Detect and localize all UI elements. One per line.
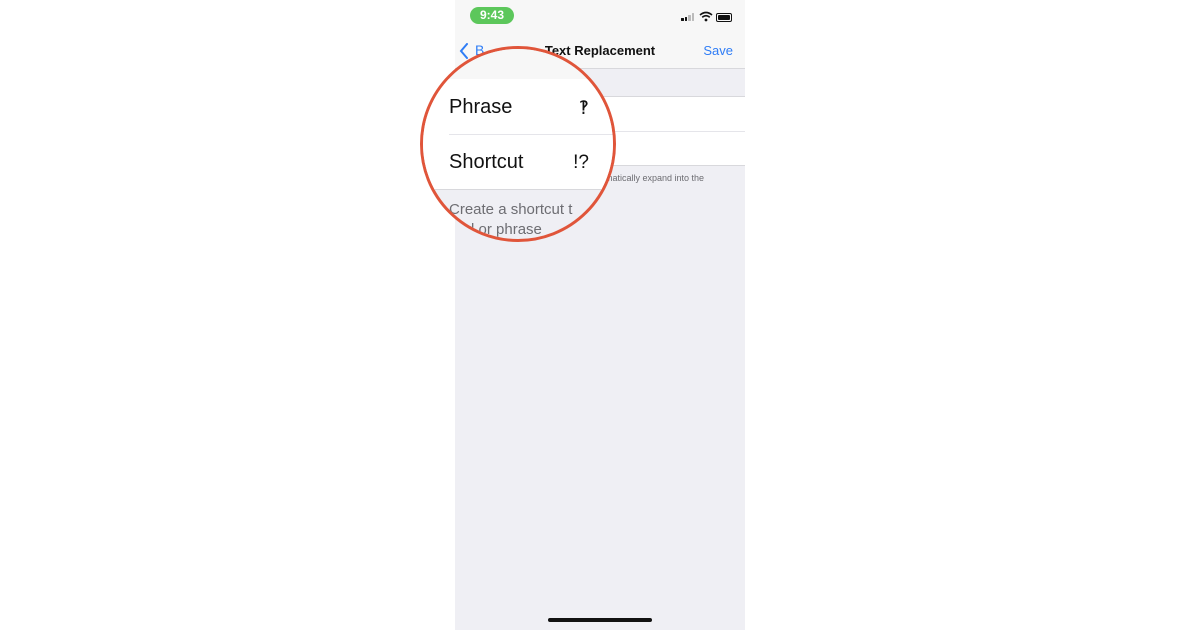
phrase-value[interactable]: ‽ xyxy=(579,97,589,120)
wifi-icon xyxy=(699,11,713,22)
magnified-nav-bar xyxy=(423,49,613,80)
status-bar: 9:43 xyxy=(455,0,745,32)
magnified-form-group: Phrase ‽ Shortcut !? xyxy=(423,79,613,190)
home-indicator[interactable] xyxy=(548,618,652,622)
shortcut-label: Shortcut xyxy=(449,151,524,173)
battery-icon xyxy=(716,13,732,22)
footer-help-fragment: omatically expand into the xyxy=(600,173,705,183)
magnified-footer-line-2: rd or phrase xyxy=(461,221,542,238)
magnified-footer-line-1: Create a shortcut t xyxy=(449,201,573,218)
magnifier-callout: Phrase ‽ Shortcut !? Create a shortcut t… xyxy=(420,46,616,242)
phrase-label: Phrase xyxy=(449,96,513,118)
status-time[interactable]: 9:43 xyxy=(470,7,514,24)
magnified-footer-text: Create a shortcut t rd or phrase xyxy=(449,200,609,239)
save-button[interactable]: Save xyxy=(703,43,733,58)
shortcut-value[interactable]: !? xyxy=(573,152,589,174)
cellular-signal-icon xyxy=(681,13,695,21)
row-divider xyxy=(449,134,613,135)
